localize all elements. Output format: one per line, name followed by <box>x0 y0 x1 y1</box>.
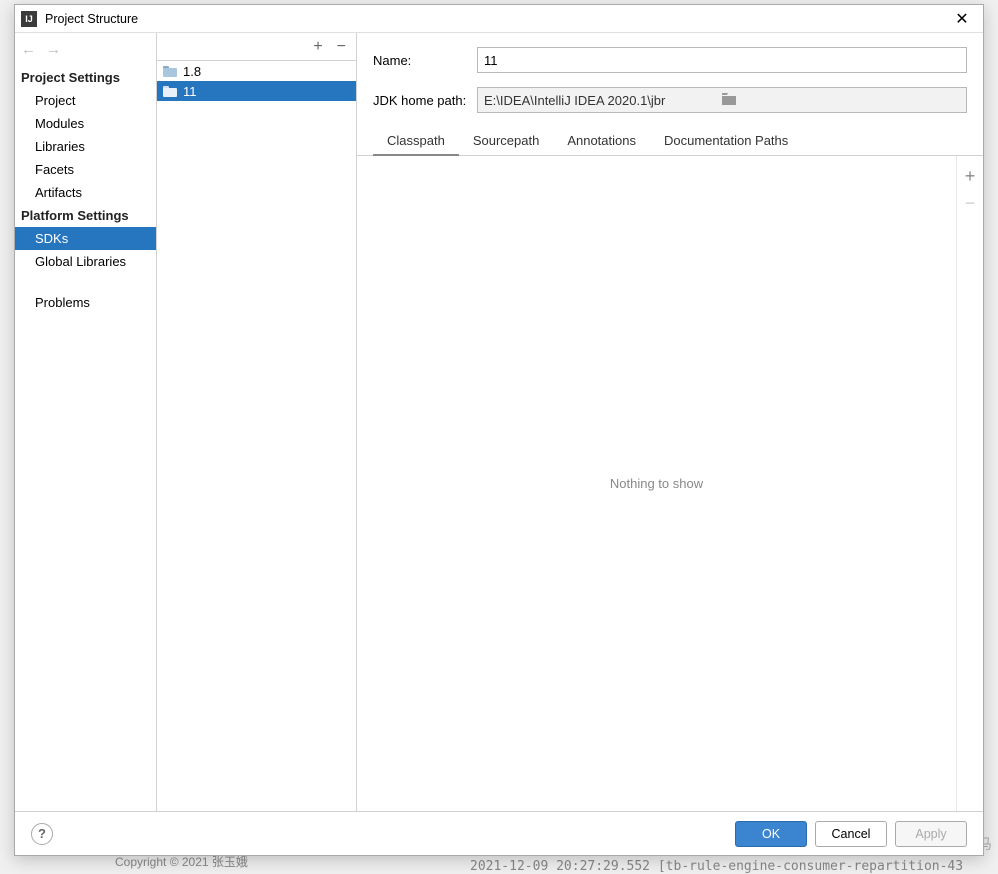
footer-buttons: OK Cancel Apply <box>735 821 967 847</box>
name-row: Name: <box>357 47 983 87</box>
folder-icon <box>163 86 177 97</box>
sdk-detail-panel: Name: JDK home path: E:\IDEA\IntelliJ ID… <box>357 33 983 811</box>
sidebar-item-artifacts[interactable]: Artifacts <box>15 181 156 204</box>
sdk-list: 1.811 <box>157 61 356 811</box>
sdk-item-11[interactable]: 11 <box>157 81 356 101</box>
name-label: Name: <box>373 53 477 68</box>
remove-sdk-icon[interactable]: − <box>337 38 346 56</box>
sdk-item-1-8[interactable]: 1.8 <box>157 61 356 81</box>
dialog-content: ← → Project SettingsProjectModulesLibrar… <box>15 33 983 811</box>
folder-icon <box>163 66 177 77</box>
classpath-area: Nothing to show + − <box>357 156 983 811</box>
sdk-item-label: 11 <box>183 84 197 99</box>
jdk-home-path-input[interactable]: E:\IDEA\IntelliJ IDEA 2020.1\jbr <box>477 87 967 113</box>
sidebar-item-modules[interactable]: Modules <box>15 112 156 135</box>
background-log: 2021-12-09 20:27:29.552 [tb-rule-engine-… <box>470 859 963 874</box>
add-classpath-icon[interactable]: + <box>965 166 976 187</box>
dialog-footer: ? OK Cancel Apply <box>15 811 983 855</box>
app-icon: IJ <box>21 11 37 27</box>
tab-annotations[interactable]: Annotations <box>553 127 650 155</box>
sidebar-item-problems[interactable]: Problems <box>15 291 156 314</box>
ok-button[interactable]: OK <box>735 821 807 847</box>
settings-sidebar: ← → Project SettingsProjectModulesLibrar… <box>15 33 157 811</box>
sidebar-item-facets[interactable]: Facets <box>15 158 156 181</box>
remove-classpath-icon[interactable]: − <box>965 193 976 214</box>
sdk-item-label: 1.8 <box>183 64 201 79</box>
path-row: JDK home path: E:\IDEA\IntelliJ IDEA 202… <box>357 87 983 127</box>
sidebar-item-project[interactable]: Project <box>15 89 156 112</box>
browse-folder-icon[interactable] <box>722 93 960 108</box>
titlebar: IJ Project Structure ✕ <box>15 5 983 33</box>
sdk-list-panel: + − 1.811 <box>157 33 357 811</box>
help-icon[interactable]: ? <box>31 823 53 845</box>
sidebar-item-libraries[interactable]: Libraries <box>15 135 156 158</box>
titlebar-title: Project Structure <box>45 12 138 26</box>
project-structure-dialog: IJ Project Structure ✕ ← → Project Setti… <box>14 4 984 856</box>
sdk-name-input[interactable] <box>477 47 967 73</box>
nav-forward-icon[interactable]: → <box>46 41 61 58</box>
tab-sourcepath[interactable]: Sourcepath <box>459 127 554 155</box>
cancel-button[interactable]: Cancel <box>815 821 887 847</box>
nav-arrows: ← → <box>15 41 156 66</box>
sdk-tabs: ClasspathSourcepathAnnotationsDocumentat… <box>357 127 983 156</box>
add-sdk-icon[interactable]: + <box>313 38 322 56</box>
close-icon[interactable]: ✕ <box>947 9 977 29</box>
nav-back-icon[interactable]: ← <box>21 41 36 58</box>
tab-classpath[interactable]: Classpath <box>373 127 459 156</box>
tab-documentation-paths[interactable]: Documentation Paths <box>650 127 802 155</box>
classpath-side-toolbar: + − <box>957 156 983 811</box>
sdk-toolbar: + − <box>157 33 356 61</box>
classpath-list: Nothing to show <box>357 156 957 811</box>
path-value: E:\IDEA\IntelliJ IDEA 2020.1\jbr <box>484 93 722 108</box>
sidebar-item-global-libraries[interactable]: Global Libraries <box>15 250 156 273</box>
path-label: JDK home path: <box>373 93 477 108</box>
empty-text: Nothing to show <box>610 476 703 491</box>
sidebar-item-sdks[interactable]: SDKs <box>15 227 156 250</box>
section-header: Platform Settings <box>15 204 156 227</box>
apply-button[interactable]: Apply <box>895 821 967 847</box>
section-header: Project Settings <box>15 66 156 89</box>
